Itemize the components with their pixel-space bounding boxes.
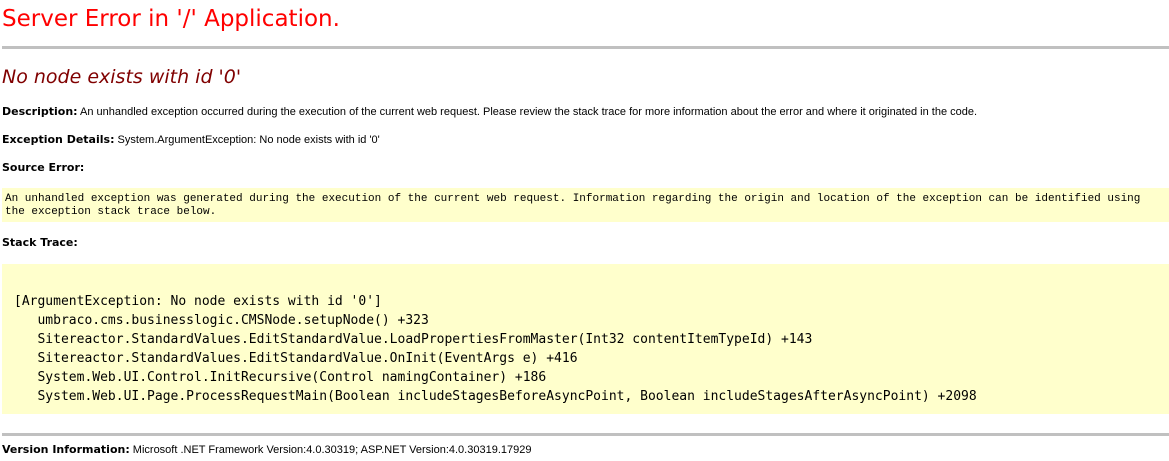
error-page: Server Error in '/' Application. No node… (0, 0, 1169, 461)
stack-trace-line: [ArgumentException: No node exists with … (14, 294, 382, 309)
header-divider (2, 46, 1169, 49)
source-error-line: the exception stack trace below. (5, 206, 217, 218)
source-error-line: An unhandled exception was generated dur… (5, 193, 1141, 205)
version-information-text: Microsoft .NET Framework Version:4.0.303… (132, 444, 532, 456)
page-title: Server Error in '/' Application. (2, 6, 340, 32)
source-error-label: Source Error: (2, 161, 85, 174)
error-message: No node exists with id '0' (2, 66, 242, 88)
exception-details-line: Exception Details: System.ArgumentExcept… (2, 133, 380, 146)
exception-details-text: System.ArgumentException: No node exists… (117, 134, 380, 146)
source-error-heading: Source Error: (2, 161, 84, 174)
stack-trace-line: System.Web.UI.Control.InitRecursive(Cont… (14, 370, 547, 385)
stack-trace-line: umbraco.cms.businesslogic.CMSNode.setupN… (14, 313, 429, 328)
description-line: Description: An unhandled exception occu… (2, 105, 977, 118)
stack-trace-heading: Stack Trace: (2, 236, 78, 249)
stack-trace-line: System.Web.UI.Page.ProcessRequestMain(Bo… (14, 389, 977, 404)
version-information-label: Version Information: (2, 443, 130, 456)
version-information-line: Version Information: Microsoft .NET Fram… (2, 443, 531, 456)
stack-trace-line: Sitereactor.StandardValues.EditStandardV… (14, 351, 578, 366)
stack-trace-label: Stack Trace: (2, 236, 78, 249)
description-label: Description: (2, 105, 78, 118)
description-text: An unhandled exception occurred during t… (80, 106, 978, 118)
stack-trace-box: [ArgumentException: No node exists with … (2, 264, 1169, 414)
stack-trace-line: Sitereactor.StandardValues.EditStandardV… (14, 332, 813, 347)
source-error-code[interactable]: An unhandled exception was generated dur… (2, 188, 1169, 219)
exception-details-label: Exception Details: (2, 133, 115, 146)
footer-divider (2, 433, 1169, 436)
source-error-box: An unhandled exception was generated dur… (2, 188, 1169, 222)
stack-trace-code[interactable]: [ArgumentException: No node exists with … (2, 264, 1169, 406)
